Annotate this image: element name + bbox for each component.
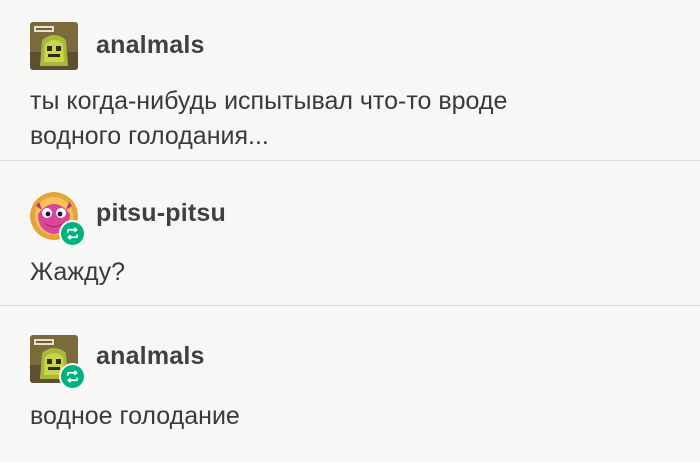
username[interactable]: analmals bbox=[96, 342, 205, 371]
post-header: analmals bbox=[30, 335, 205, 390]
post-original: analmals ты когда-нибудь испытывал что-т… bbox=[0, 0, 700, 160]
post-body-line: водного голодания... bbox=[30, 122, 269, 150]
post-body: ты когда-нибудь испытывал что-то вроде в… bbox=[30, 84, 670, 154]
reblog-icon bbox=[59, 220, 86, 247]
post-body-line: ты когда-нибудь испытывал что-то вроде bbox=[30, 87, 508, 115]
post-body: Жажду? bbox=[30, 255, 670, 290]
post-header: analmals bbox=[30, 22, 205, 70]
post-body: водное голодание bbox=[30, 399, 670, 434]
reblog-thread: analmals ты когда-нибудь испытывал что-т… bbox=[0, 0, 700, 462]
avatar[interactable] bbox=[30, 192, 86, 247]
post-header: pitsu-pitsu bbox=[30, 192, 226, 247]
avatar[interactable] bbox=[30, 335, 86, 390]
post-reply: pitsu-pitsu Жажду? bbox=[0, 161, 700, 305]
post-body-line: Жажду? bbox=[30, 258, 125, 286]
username[interactable]: pitsu-pitsu bbox=[96, 199, 226, 228]
reblog-icon bbox=[59, 363, 86, 390]
avatar-green-monster-icon bbox=[30, 22, 78, 70]
post-body-line: водное голодание bbox=[30, 402, 240, 430]
post-reply: analmals водное голодание bbox=[0, 306, 700, 462]
username[interactable]: analmals bbox=[96, 31, 205, 60]
avatar[interactable] bbox=[30, 22, 80, 70]
